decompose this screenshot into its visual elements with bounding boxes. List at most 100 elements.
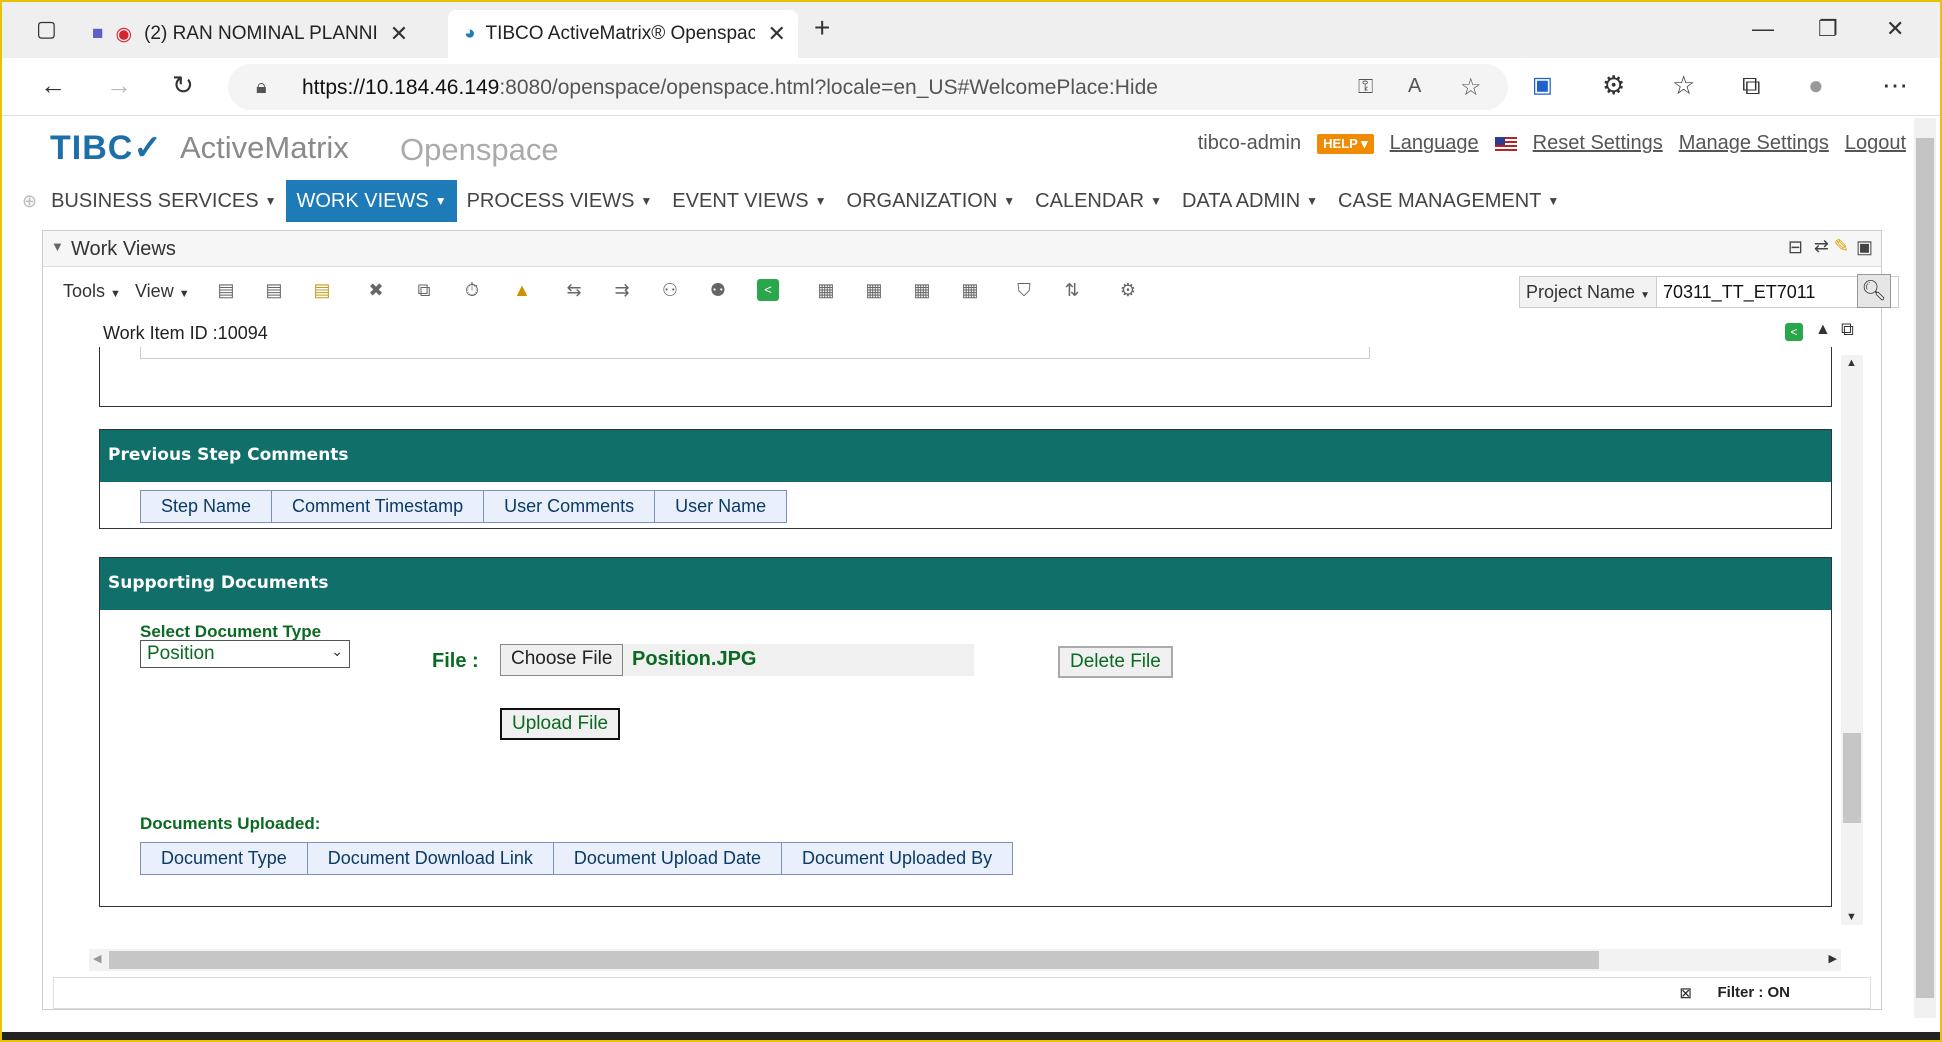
minimize-icon[interactable]: — — [1752, 16, 1774, 42]
back-icon[interactable]: ← — [40, 70, 66, 101]
settings-icon[interactable]: ⚙ — [1117, 279, 1139, 301]
manage-settings-link[interactable]: Manage Settings — [1679, 132, 1829, 155]
page-vertical-scrollbar[interactable] — [1914, 118, 1936, 1018]
highlight-icon[interactable]: ▲ — [511, 279, 533, 301]
new-tab-icon[interactable]: + — [814, 12, 830, 44]
chevron-down-icon: ▼ — [1150, 194, 1162, 208]
file-input[interactable]: Choose File Position.JPG — [500, 644, 974, 676]
favorites-icon[interactable]: ☆ — [1672, 70, 1695, 101]
close-tab-icon[interactable]: ✕ — [767, 21, 785, 47]
collapse-panel-icon[interactable]: ▼ — [51, 239, 64, 254]
clear-filter-icon[interactable]: ⊠ — [1679, 984, 1692, 1002]
scroll-left-icon[interactable]: ◀ — [93, 952, 101, 965]
page-edit-icon[interactable]: ▦ — [911, 279, 933, 301]
page-icon[interactable]: ▦ — [863, 279, 885, 301]
form-vertical-scrollbar[interactable]: ▲ ▼ — [1841, 355, 1863, 925]
maximize-panel-icon[interactable]: ▣ — [1856, 237, 1873, 258]
page-view-icon[interactable]: ▦ — [959, 279, 981, 301]
popout-icon[interactable]: ⧉ — [1841, 319, 1854, 340]
upload-file-button[interactable]: Upload File — [500, 708, 621, 740]
timer-icon[interactable]: ⏱ — [461, 279, 483, 301]
search-button[interactable]: 🔍︎ — [1857, 274, 1891, 308]
chevron-down-icon: ▼ — [1306, 194, 1319, 208]
horizontal-scroll-thumb[interactable] — [109, 951, 1599, 969]
copy-item-icon[interactable]: ⧉ — [413, 279, 435, 301]
reallocate-icon[interactable]: ⇉ — [611, 279, 633, 301]
column-header: Document Upload Date — [554, 843, 782, 874]
scroll-right-icon[interactable]: ▶ — [1829, 952, 1837, 965]
panel-title: Work Views — [71, 238, 176, 260]
column-header: Document Uploaded By — [801, 848, 993, 868]
chevron-down-icon: ▼ — [1003, 194, 1016, 208]
project-name-label: Project Name — [1526, 281, 1636, 302]
key-icon[interactable]: ⚿ — [1358, 76, 1373, 99]
project-name-select[interactable]: Project Name ▼ 70311_TT_ET7011 — [1519, 276, 1899, 308]
panel-header: ▼ Work Views ⊟ ⇄ ✎ ▣ — [43, 231, 1881, 267]
reset-settings-link[interactable]: Reset Settings — [1533, 132, 1663, 155]
sort-icon[interactable]: ⇅ — [1061, 279, 1083, 301]
documents-uploaded-table: Document Type Document Download Link Doc… — [140, 842, 1014, 875]
logout-link[interactable]: Logout — [1845, 132, 1906, 155]
uipath-icon[interactable]: ▣ — [1532, 72, 1553, 98]
project-name-dropdown[interactable]: Project Name ▼ — [1520, 282, 1656, 303]
tab-tibco[interactable]: ◕ TIBCO ActiveMatrix® Openspace ✕ — [448, 10, 798, 58]
edit-icon[interactable]: ✎ — [1834, 236, 1849, 257]
work-item-id: Work Item ID :10094 — [103, 323, 268, 343]
menu-process-views[interactable]: PROCESS VIEWS ▼ — [457, 180, 663, 222]
address-bar[interactable]: 🔒︎ https://10.184.46.149:8080/openspace/… — [228, 64, 1508, 110]
language-link[interactable]: Language — [1390, 132, 1479, 155]
tibco-tab-icon: ◕ — [464, 23, 476, 44]
allocate-icon[interactable]: ⇆ — [563, 279, 585, 301]
swap-icon[interactable]: ⇄ — [1814, 236, 1829, 257]
page-scroll-thumb[interactable] — [1916, 138, 1934, 998]
chevron-up-icon[interactable]: ▲ — [1815, 321, 1831, 339]
vertical-scroll-thumb[interactable] — [1843, 733, 1861, 823]
url-host: https://10.184.46.149 — [302, 76, 500, 99]
menu-calendar[interactable]: CALENDAR ▼ — [1025, 180, 1172, 222]
menu-data-admin[interactable]: DATA ADMIN ▼ — [1172, 180, 1328, 222]
menu-work-views[interactable]: WORK VIEWS ▼ — [286, 180, 457, 222]
favorite-add-icon[interactable]: ☆ — [1460, 73, 1482, 102]
filter-icon[interactable]: ⛉ — [1013, 279, 1035, 301]
help-button[interactable]: HELP ▾ — [1317, 133, 1374, 154]
menu-event-views[interactable]: EVENT VIEWS ▼ — [662, 180, 836, 222]
choose-file-button[interactable]: Choose File — [500, 644, 624, 676]
documents-uploaded-label: Documents Uploaded: — [140, 814, 321, 833]
share-icon[interactable]: < — [757, 279, 779, 301]
scroll-down-icon[interactable]: ▼ — [1846, 911, 1857, 923]
open-item-icon[interactable]: ▤ — [215, 279, 237, 301]
menu-organization[interactable]: ORGANIZATION ▼ — [837, 180, 1026, 222]
restore-icon[interactable]: ❐ — [1818, 16, 1838, 42]
calendar-page-icon[interactable]: ▦ — [815, 279, 837, 301]
previous-step-comments-section: Previous Step Comments Step Name Comment… — [99, 429, 1832, 529]
close-tab-icon[interactable]: ✕ — [390, 21, 408, 47]
panel-menu-icon[interactable]: ⊟ — [1788, 237, 1803, 258]
tab-actions-icon[interactable]: ▢ — [36, 16, 57, 42]
folder-icon[interactable]: ▤ — [311, 279, 333, 301]
tab-ran-nominal[interactable]: ■ ◉ (2) RAN NOMINAL PLANNI ✕ — [92, 10, 447, 58]
document-type-select[interactable]: Position ⌄ — [140, 640, 350, 668]
more-options-icon[interactable]: ⋯ — [1882, 70, 1908, 101]
read-aloud-icon[interactable]: A — [1408, 75, 1421, 98]
collections-icon[interactable]: ⧉ — [1742, 70, 1761, 102]
scroll-up-icon[interactable]: ▲ — [1846, 357, 1857, 369]
view-menu[interactable]: View ▼ — [135, 281, 190, 302]
forward-icon[interactable]: → — [106, 70, 132, 101]
profile-avatar-icon[interactable]: ● — [1808, 70, 1824, 101]
menu-case-management[interactable]: CASE MANAGEMENT ▼ — [1328, 180, 1569, 222]
close-window-icon[interactable]: ✕ — [1886, 16, 1904, 42]
teams-icon: ■ — [92, 23, 104, 44]
forward-item-icon[interactable]: ▤ — [263, 279, 285, 301]
comments-textarea[interactable] — [140, 347, 1370, 359]
refresh-icon[interactable]: ↻ — [172, 70, 194, 101]
users-icon[interactable]: ⚉ — [707, 279, 729, 301]
form-horizontal-scrollbar[interactable]: ◀ ▶ — [89, 949, 1841, 971]
share-icon[interactable]: < — [1785, 323, 1803, 341]
add-menu-icon[interactable]: ⊕ — [22, 191, 37, 212]
menu-business-services[interactable]: BUSINESS SERVICES ▼ — [41, 180, 286, 222]
tools-menu[interactable]: Tools ▼ — [63, 281, 121, 302]
cancel-item-icon[interactable]: ✖ — [365, 279, 387, 301]
delete-file-button[interactable]: Delete File — [1058, 646, 1173, 678]
extensions-icon[interactable]: ⚙ — [1602, 70, 1625, 101]
group-users-icon[interactable]: ⚇ — [659, 279, 681, 301]
